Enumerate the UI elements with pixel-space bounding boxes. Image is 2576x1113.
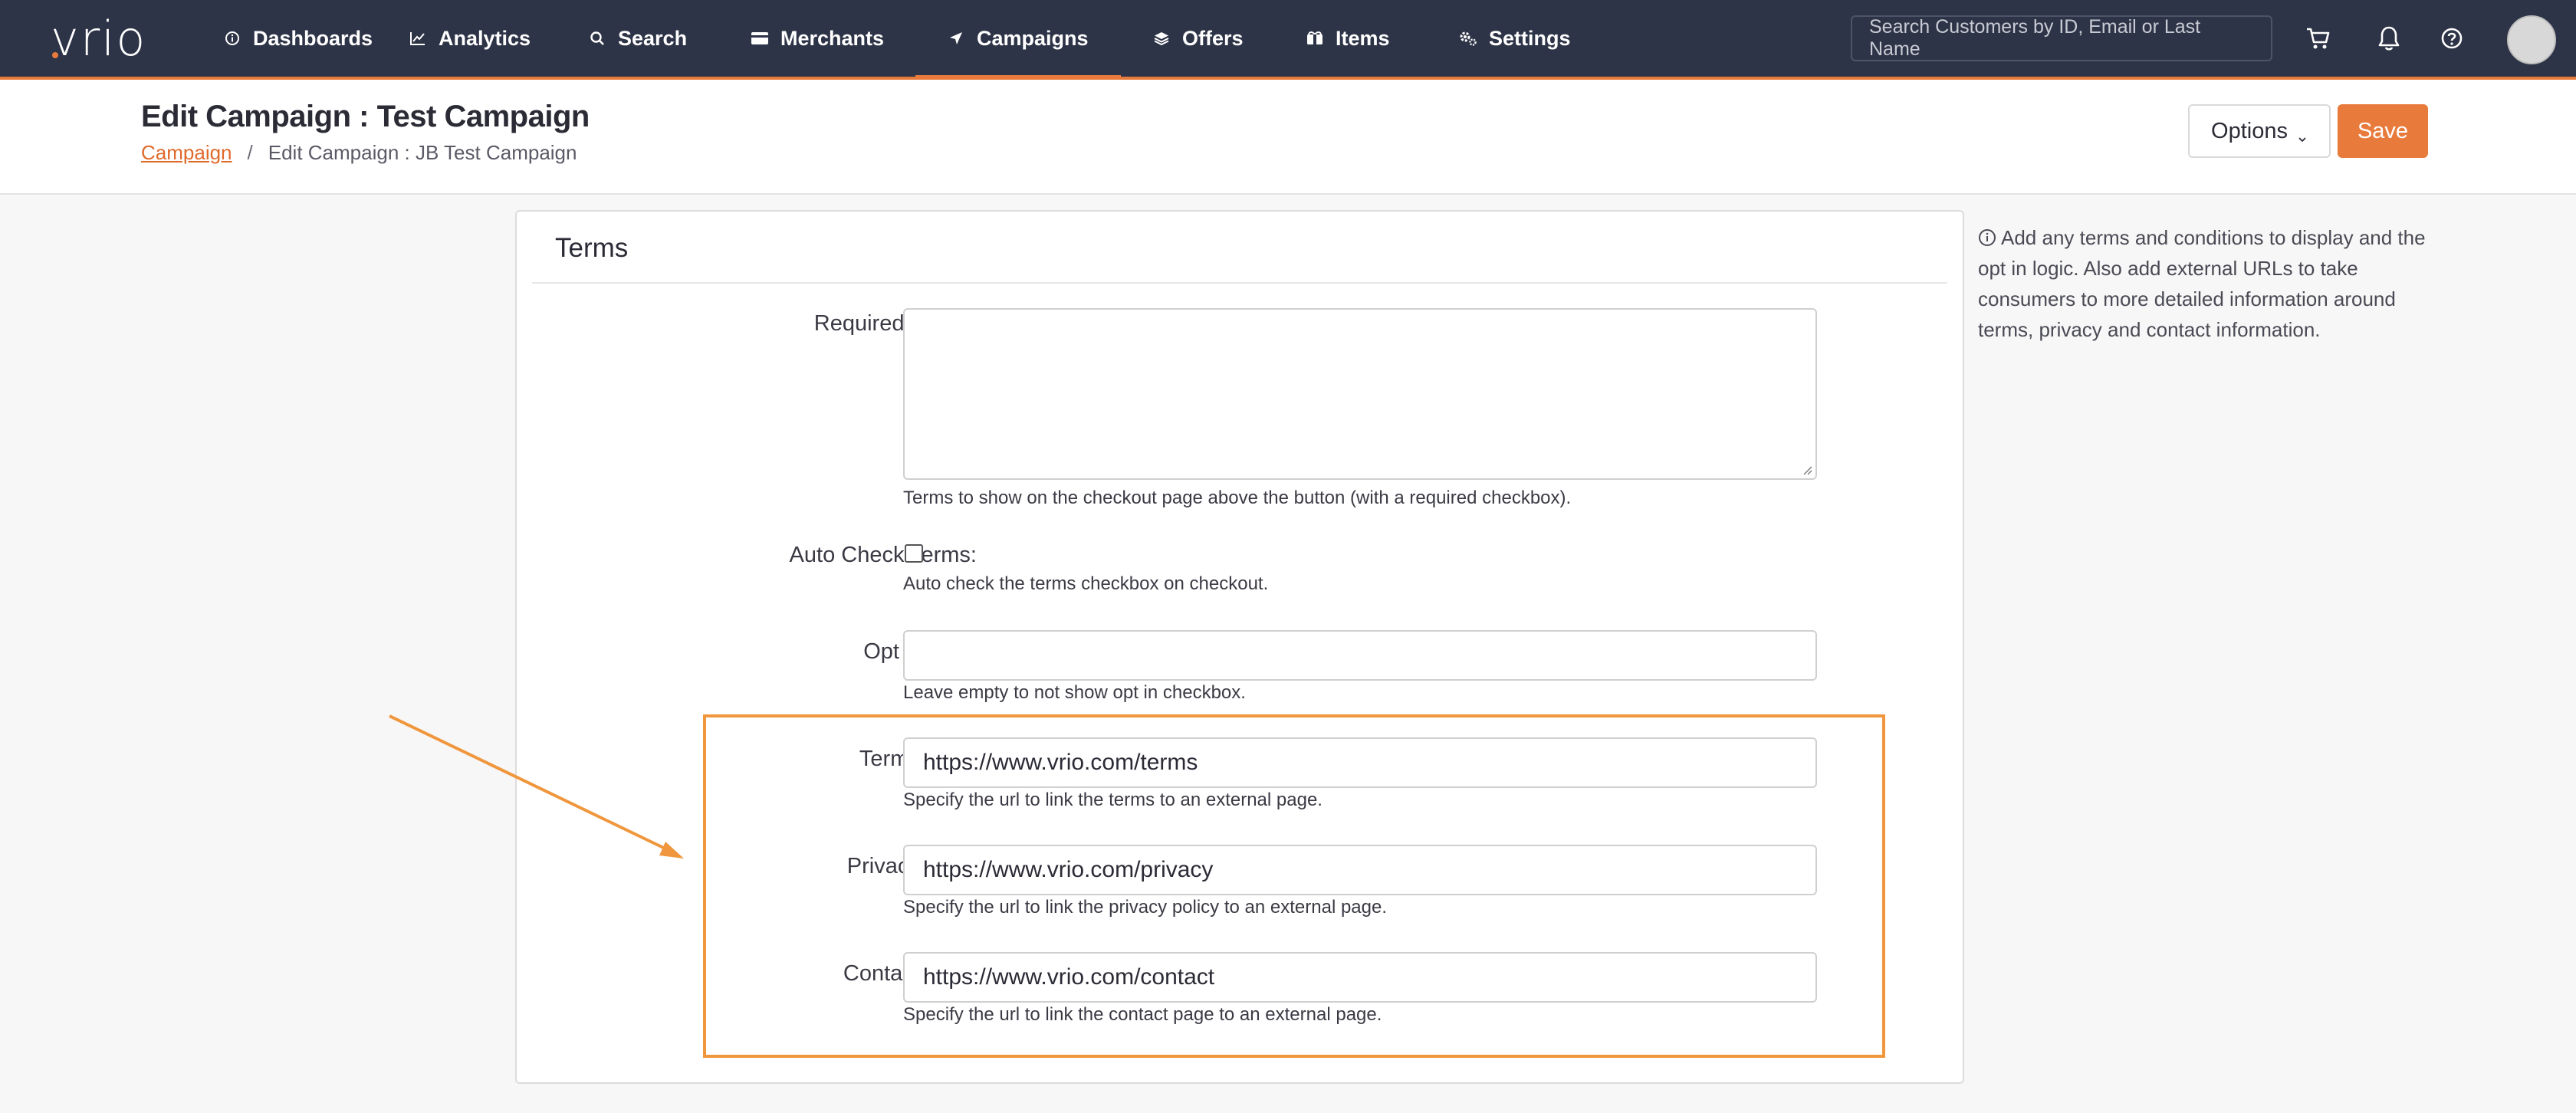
info-circle-icon xyxy=(1978,225,1996,246)
nav-offers[interactable]: Offers xyxy=(1152,0,1244,77)
nav-settings[interactable]: Settings xyxy=(1458,0,1571,77)
page-title: Edit Campaign : Test Campaign xyxy=(141,100,590,133)
auto-check-terms-checkbox[interactable] xyxy=(905,544,923,563)
breadcrumb: Campaign / Edit Campaign : JB Test Campa… xyxy=(141,141,577,165)
nav-campaigns[interactable]: Campaigns xyxy=(915,0,1120,80)
nav-offers-label: Offers xyxy=(1182,26,1244,50)
opt-in-text-input[interactable] xyxy=(903,630,1817,681)
chevron-down-icon xyxy=(2297,126,2308,143)
search-icon xyxy=(587,28,607,48)
auto-check-terms-help: Auto check the terms checkbox on checkou… xyxy=(903,573,1269,594)
bell-icon[interactable] xyxy=(2374,23,2404,54)
required-terms-help: Terms to show on the checkout page above… xyxy=(903,488,1572,508)
section-divider xyxy=(532,282,1947,284)
annotation-arrow-icon xyxy=(389,714,684,859)
box-icon xyxy=(1305,28,1325,48)
nav-items[interactable]: Items xyxy=(1305,0,1390,77)
breadcrumb-campaign-link[interactable]: Campaign xyxy=(141,141,232,165)
save-button[interactable]: Save xyxy=(2338,104,2428,158)
line-chart-icon xyxy=(408,28,428,48)
nav-analytics-label: Analytics xyxy=(439,26,531,50)
opt-in-text-help: Leave empty to not show opt in checkbox. xyxy=(903,682,1246,703)
paper-plane-icon xyxy=(946,28,966,48)
customer-search-placeholder: Search Customers by ID, Email or Last Na… xyxy=(1869,16,2201,60)
options-dropdown-button[interactable]: Options xyxy=(2188,104,2331,158)
nav-dashboards-label: Dashboards xyxy=(253,26,373,50)
breadcrumb-separator: / xyxy=(247,141,253,164)
vrio-logo[interactable]: vrio xyxy=(51,15,146,63)
breadcrumb-current: Edit Campaign : JB Test Campaign xyxy=(268,141,577,164)
top-navigation-bar: vrio Dashboards Analytics Search Merchan… xyxy=(0,0,2576,80)
nav-merchants[interactable]: Merchants xyxy=(750,0,884,77)
terms-info-panel: Add any terms and conditions to display … xyxy=(1978,222,2453,345)
cart-icon[interactable] xyxy=(2303,23,2334,54)
help-icon[interactable] xyxy=(2436,23,2467,54)
options-label: Options xyxy=(2211,118,2288,143)
nav-merchants-label: Merchants xyxy=(780,26,885,50)
required-terms-textarea[interactable] xyxy=(903,308,1817,480)
nav-analytics[interactable]: Analytics xyxy=(408,0,531,77)
url-fields-highlight xyxy=(703,714,1885,1058)
info-circle-icon xyxy=(222,28,242,48)
user-avatar[interactable] xyxy=(2507,15,2556,64)
logo-dot xyxy=(52,52,58,58)
nav-dashboards[interactable]: Dashboards xyxy=(222,0,373,77)
logo-text: vrio xyxy=(51,11,147,67)
nav-campaigns-label: Campaigns xyxy=(977,26,1089,50)
layers-icon xyxy=(1152,28,1171,48)
customer-search-input[interactable]: Search Customers by ID, Email or Last Na… xyxy=(1851,15,2272,61)
resize-grip-icon[interactable] xyxy=(1800,463,1812,475)
terms-section-title: Terms xyxy=(555,233,629,263)
page-header: Edit Campaign : Test Campaign Campaign /… xyxy=(0,80,2576,195)
nav-items-label: Items xyxy=(1336,26,1390,50)
nav-settings-label: Settings xyxy=(1489,26,1571,50)
credit-card-icon xyxy=(750,28,770,48)
terms-info-text: Add any terms and conditions to display … xyxy=(1978,226,2426,341)
gears-icon xyxy=(1458,28,1478,48)
nav-search[interactable]: Search xyxy=(587,0,687,77)
nav-search-label: Search xyxy=(618,26,688,50)
